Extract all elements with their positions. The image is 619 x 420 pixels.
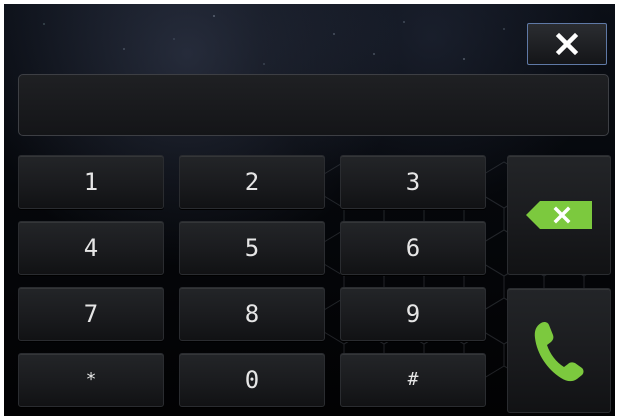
key-label: # xyxy=(407,369,419,390)
key-4[interactable]: 4 xyxy=(18,221,164,275)
key-8[interactable]: 8 xyxy=(179,287,325,341)
key-label: 4 xyxy=(83,234,99,262)
key-label: * xyxy=(85,369,97,390)
key-label: 0 xyxy=(244,366,260,394)
key-9[interactable]: 9 xyxy=(340,287,486,341)
key-label: 5 xyxy=(244,234,260,262)
backspace-icon xyxy=(526,201,592,229)
key-7[interactable]: 7 xyxy=(18,287,164,341)
key-2[interactable]: 2 xyxy=(179,155,325,209)
key-label: 9 xyxy=(405,300,421,328)
key-5[interactable]: 5 xyxy=(179,221,325,275)
key-label: 2 xyxy=(244,168,260,196)
close-icon xyxy=(555,32,579,56)
key-label: 6 xyxy=(405,234,421,262)
backspace-button[interactable] xyxy=(507,155,611,275)
key-6[interactable]: 6 xyxy=(340,221,486,275)
key-label: 1 xyxy=(83,168,99,196)
phone-call-icon xyxy=(534,321,584,381)
key-hash[interactable]: # xyxy=(340,353,486,407)
key-star[interactable]: * xyxy=(18,353,164,407)
phone-dialer-screen: 1 2 3 4 5 6 7 8 9 * 0 # xyxy=(4,4,615,416)
key-label: 3 xyxy=(405,168,421,196)
key-3[interactable]: 3 xyxy=(340,155,486,209)
key-1[interactable]: 1 xyxy=(18,155,164,209)
key-0[interactable]: 0 xyxy=(179,353,325,407)
call-button[interactable] xyxy=(507,288,611,413)
key-label: 7 xyxy=(83,300,99,328)
key-label: 8 xyxy=(244,300,260,328)
close-button[interactable] xyxy=(527,23,607,65)
number-display-field[interactable] xyxy=(18,74,609,136)
